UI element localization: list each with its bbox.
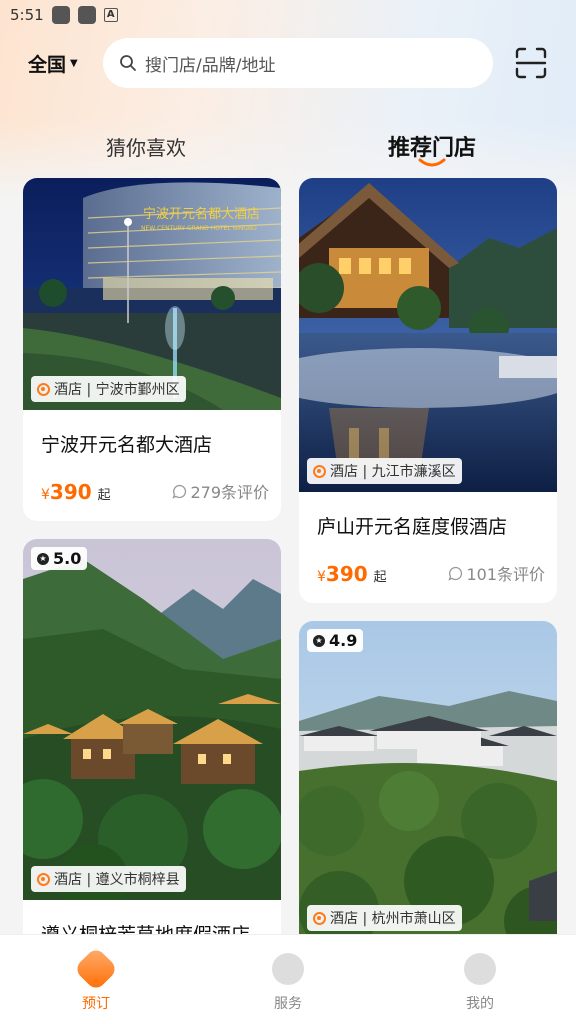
tab-bar: 猜你喜欢 推荐门店 <box>0 120 576 172</box>
input-method-icon: A <box>103 8 118 22</box>
store-image: 宁波开元名都大酒店 NEW CENTURY GRAND HOTEL NINGBO… <box>23 178 281 410</box>
location-tag-text: 酒店 | 遵义市桐梓县 <box>54 872 180 888</box>
rating-value: 4.9 <box>329 631 358 650</box>
store-meta: ¥390 起 101条评价 <box>299 561 557 591</box>
svg-text:宁波开元名都大酒店: 宁波开元名都大酒店 <box>143 206 260 222</box>
store-image: 酒店 | 九江市濂溪区 <box>299 178 557 492</box>
status-time: 5:51 <box>10 6 44 24</box>
region-selector[interactable]: 全国 ▼ <box>28 50 78 77</box>
status-bar: 5:51 A <box>0 0 576 30</box>
notification-icon <box>51 6 70 24</box>
store-name: 庐山开元名庭度假酒店 <box>317 516 508 538</box>
currency-symbol: ¥ <box>317 568 326 585</box>
review-count-text: 279条评价 <box>190 483 269 502</box>
nav-booking-label: 预订 <box>82 996 110 1012</box>
review-count: 101条评价 <box>448 561 545 585</box>
store-card[interactable]: 酒店 | 九江市濂溪区 庐山开元名庭度假酒店 ¥390 起 101条评价 <box>299 178 557 603</box>
caret-down-icon: ▼ <box>70 58 78 69</box>
store-card[interactable]: 宁波开元名都大酒店 NEW CENTURY GRAND HOTEL NINGBO… <box>23 178 281 521</box>
search-bar[interactable]: 搜门店/品牌/地址 <box>103 38 493 88</box>
tab-guess-you-like[interactable]: 猜你喜欢 <box>106 132 186 161</box>
review-count-text: 101条评价 <box>466 565 545 584</box>
bottom-navigation: 预订 服务 我的 <box>0 934 576 1024</box>
search-placeholder: 搜门店/品牌/地址 <box>145 55 276 76</box>
location-pin-icon <box>313 464 326 478</box>
booking-icon <box>73 946 119 992</box>
star-icon: ★ <box>37 552 49 565</box>
rating-badge: ★ 4.9 <box>307 629 364 652</box>
location-tag: 酒店 | 杭州市萧山区 <box>307 905 462 931</box>
location-tag: 酒店 | 宁波市鄞州区 <box>31 376 186 402</box>
mountain-cabins-photo <box>23 539 281 900</box>
profile-icon <box>464 953 496 985</box>
resort-lake-photo <box>299 178 557 492</box>
star-icon: ★ <box>313 634 325 647</box>
nav-profile[interactable]: 我的 <box>440 953 520 1013</box>
nav-booking[interactable]: 预订 <box>56 946 136 1013</box>
store-name: 宁波开元名都大酒店 <box>41 434 213 456</box>
garden-hotel-photo <box>299 621 557 934</box>
service-icon <box>272 953 304 985</box>
comment-icon <box>448 566 463 581</box>
search-icon <box>120 55 136 71</box>
price-suffix: 起 <box>97 487 111 503</box>
nav-profile-label: 我的 <box>466 996 494 1012</box>
price-value: 390 <box>49 479 92 504</box>
store-price: ¥390 <box>317 562 368 586</box>
scan-icon[interactable] <box>514 46 548 80</box>
price-suffix: 起 <box>373 569 387 585</box>
location-tag-text: 酒店 | 宁波市鄞州区 <box>54 382 180 398</box>
store-image: ★ 5.0 酒店 | 遵义市桐梓县 <box>23 539 281 900</box>
notification-icon-2 <box>77 6 96 24</box>
price-value: 390 <box>325 561 368 586</box>
rating-value: 5.0 <box>53 549 82 568</box>
location-tag: 酒店 | 九江市濂溪区 <box>307 458 462 484</box>
region-label: 全国 <box>28 54 67 76</box>
store-card[interactable]: ★ 4.9 酒店 | 杭州市萧山区 <box>299 621 557 934</box>
store-feed[interactable]: 宁波开元名都大酒店 NEW CENTURY GRAND HOTEL NINGBO… <box>0 178 576 934</box>
nav-service-label: 服务 <box>274 996 302 1012</box>
store-name: 遵义桐梓芳草地度假酒店 <box>23 920 281 934</box>
location-tag: 酒店 | 遵义市桐梓县 <box>31 866 186 892</box>
store-card[interactable]: ★ 5.0 酒店 | 遵义市桐梓县 遵义桐梓芳草地度假酒店 <box>23 539 281 934</box>
rating-badge: ★ 5.0 <box>31 547 88 570</box>
nav-service[interactable]: 服务 <box>248 953 328 1013</box>
store-price: ¥390 <box>41 480 92 504</box>
active-tab-indicator <box>418 158 446 167</box>
currency-symbol: ¥ <box>41 486 50 503</box>
store-meta: ¥390 起 279条评价 <box>23 479 281 509</box>
location-tag-text: 酒店 | 杭州市萧山区 <box>330 911 456 927</box>
comment-icon <box>172 484 187 499</box>
review-count: 279条评价 <box>172 479 269 503</box>
svg-text:NEW CENTURY GRAND HOTEL NINGBO: NEW CENTURY GRAND HOTEL NINGBO <box>141 225 257 232</box>
header: 全国 ▼ 搜门店/品牌/地址 <box>0 36 576 90</box>
location-pin-icon <box>313 911 326 925</box>
location-pin-icon <box>37 872 50 886</box>
store-image: ★ 4.9 酒店 | 杭州市萧山区 <box>299 621 557 934</box>
location-tag-text: 酒店 | 九江市濂溪区 <box>330 464 456 480</box>
location-pin-icon <box>37 382 50 396</box>
